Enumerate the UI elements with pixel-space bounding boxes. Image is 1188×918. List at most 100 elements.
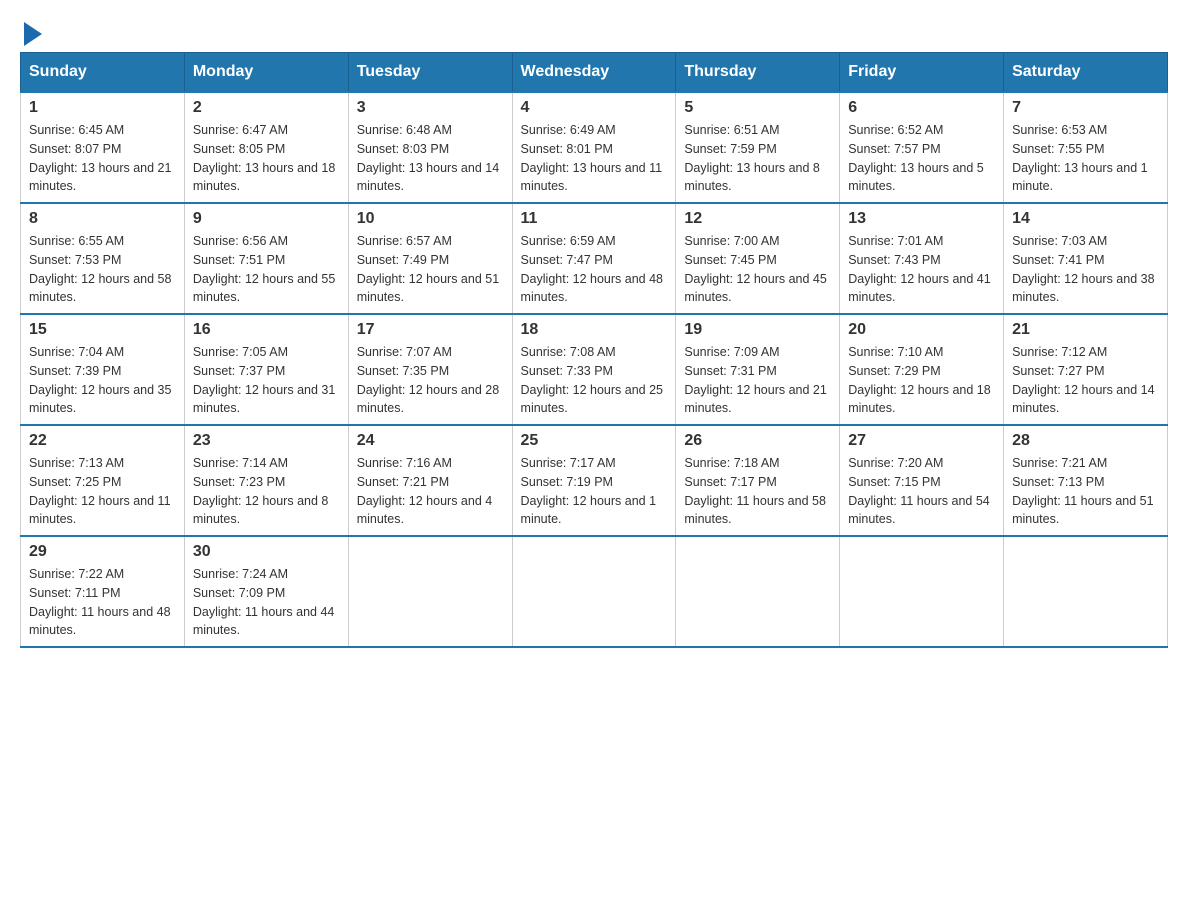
calendar-cell: 19 Sunrise: 7:09 AMSunset: 7:31 PMDayligh…	[676, 314, 840, 425]
day-info: Sunrise: 7:05 AMSunset: 7:37 PMDaylight:…	[193, 343, 340, 418]
day-info: Sunrise: 7:00 AMSunset: 7:45 PMDaylight:…	[684, 232, 831, 307]
day-info: Sunrise: 7:18 AMSunset: 7:17 PMDaylight:…	[684, 454, 831, 529]
calendar-cell: 1 Sunrise: 6:45 AMSunset: 8:07 PMDaylight…	[21, 92, 185, 203]
day-info: Sunrise: 7:01 AMSunset: 7:43 PMDaylight:…	[848, 232, 995, 307]
day-info: Sunrise: 7:21 AMSunset: 7:13 PMDaylight:…	[1012, 454, 1159, 529]
day-number: 28	[1012, 432, 1159, 450]
calendar-cell: 30 Sunrise: 7:24 AMSunset: 7:09 PMDayligh…	[184, 536, 348, 647]
day-info: Sunrise: 6:56 AMSunset: 7:51 PMDaylight:…	[193, 232, 340, 307]
day-info: Sunrise: 7:03 AMSunset: 7:41 PMDaylight:…	[1012, 232, 1159, 307]
day-number: 24	[357, 432, 504, 450]
day-number: 29	[29, 543, 176, 561]
day-info: Sunrise: 6:48 AMSunset: 8:03 PMDaylight:…	[357, 121, 504, 196]
calendar-cell: 21 Sunrise: 7:12 AMSunset: 7:27 PMDayligh…	[1004, 314, 1168, 425]
day-info: Sunrise: 6:53 AMSunset: 7:55 PMDaylight:…	[1012, 121, 1159, 196]
day-info: Sunrise: 6:52 AMSunset: 7:57 PMDaylight:…	[848, 121, 995, 196]
calendar-week-row: 15 Sunrise: 7:04 AMSunset: 7:39 PMDayligh…	[21, 314, 1168, 425]
calendar-cell: 24 Sunrise: 7:16 AMSunset: 7:21 PMDayligh…	[348, 425, 512, 536]
day-number: 5	[684, 99, 831, 117]
day-number: 26	[684, 432, 831, 450]
calendar-cell	[840, 536, 1004, 647]
day-number: 2	[193, 99, 340, 117]
day-number: 15	[29, 321, 176, 339]
day-number: 30	[193, 543, 340, 561]
day-number: 20	[848, 321, 995, 339]
calendar-week-row: 1 Sunrise: 6:45 AMSunset: 8:07 PMDaylight…	[21, 92, 1168, 203]
day-info: Sunrise: 7:13 AMSunset: 7:25 PMDaylight:…	[29, 454, 176, 529]
calendar-cell: 23 Sunrise: 7:14 AMSunset: 7:23 PMDayligh…	[184, 425, 348, 536]
day-number: 23	[193, 432, 340, 450]
day-number: 7	[1012, 99, 1159, 117]
calendar-cell: 11 Sunrise: 6:59 AMSunset: 7:47 PMDayligh…	[512, 203, 676, 314]
day-info: Sunrise: 7:12 AMSunset: 7:27 PMDaylight:…	[1012, 343, 1159, 418]
calendar-cell	[1004, 536, 1168, 647]
day-info: Sunrise: 6:55 AMSunset: 7:53 PMDaylight:…	[29, 232, 176, 307]
header-tuesday: Tuesday	[348, 53, 512, 93]
day-number: 6	[848, 99, 995, 117]
calendar-cell: 22 Sunrise: 7:13 AMSunset: 7:25 PMDayligh…	[21, 425, 185, 536]
logo	[20, 20, 42, 42]
calendar-cell: 6 Sunrise: 6:52 AMSunset: 7:57 PMDaylight…	[840, 92, 1004, 203]
calendar-cell: 3 Sunrise: 6:48 AMSunset: 8:03 PMDaylight…	[348, 92, 512, 203]
calendar-cell: 15 Sunrise: 7:04 AMSunset: 7:39 PMDayligh…	[21, 314, 185, 425]
calendar-cell: 29 Sunrise: 7:22 AMSunset: 7:11 PMDayligh…	[21, 536, 185, 647]
day-info: Sunrise: 7:07 AMSunset: 7:35 PMDaylight:…	[357, 343, 504, 418]
calendar-cell	[512, 536, 676, 647]
day-info: Sunrise: 6:59 AMSunset: 7:47 PMDaylight:…	[521, 232, 668, 307]
header-wednesday: Wednesday	[512, 53, 676, 93]
day-info: Sunrise: 7:14 AMSunset: 7:23 PMDaylight:…	[193, 454, 340, 529]
header-sunday: Sunday	[21, 53, 185, 93]
calendar-cell: 28 Sunrise: 7:21 AMSunset: 7:13 PMDayligh…	[1004, 425, 1168, 536]
day-number: 16	[193, 321, 340, 339]
day-number: 14	[1012, 210, 1159, 228]
calendar-cell: 26 Sunrise: 7:18 AMSunset: 7:17 PMDayligh…	[676, 425, 840, 536]
day-info: Sunrise: 7:08 AMSunset: 7:33 PMDaylight:…	[521, 343, 668, 418]
calendar-cell: 9 Sunrise: 6:56 AMSunset: 7:51 PMDaylight…	[184, 203, 348, 314]
calendar-week-row: 8 Sunrise: 6:55 AMSunset: 7:53 PMDaylight…	[21, 203, 1168, 314]
day-number: 17	[357, 321, 504, 339]
calendar-cell: 8 Sunrise: 6:55 AMSunset: 7:53 PMDaylight…	[21, 203, 185, 314]
day-info: Sunrise: 6:45 AMSunset: 8:07 PMDaylight:…	[29, 121, 176, 196]
calendar-cell: 14 Sunrise: 7:03 AMSunset: 7:41 PMDayligh…	[1004, 203, 1168, 314]
day-number: 22	[29, 432, 176, 450]
day-number: 18	[521, 321, 668, 339]
calendar-table: Sunday Monday Tuesday Wednesday Thursday…	[20, 52, 1168, 648]
header-friday: Friday	[840, 53, 1004, 93]
day-info: Sunrise: 7:17 AMSunset: 7:19 PMDaylight:…	[521, 454, 668, 529]
calendar-cell: 18 Sunrise: 7:08 AMSunset: 7:33 PMDayligh…	[512, 314, 676, 425]
day-info: Sunrise: 6:49 AMSunset: 8:01 PMDaylight:…	[521, 121, 668, 196]
calendar-cell: 16 Sunrise: 7:05 AMSunset: 7:37 PMDayligh…	[184, 314, 348, 425]
day-info: Sunrise: 7:09 AMSunset: 7:31 PMDaylight:…	[684, 343, 831, 418]
day-number: 11	[521, 210, 668, 228]
day-info: Sunrise: 7:22 AMSunset: 7:11 PMDaylight:…	[29, 565, 176, 640]
calendar-cell: 20 Sunrise: 7:10 AMSunset: 7:29 PMDayligh…	[840, 314, 1004, 425]
day-number: 3	[357, 99, 504, 117]
day-info: Sunrise: 7:10 AMSunset: 7:29 PMDaylight:…	[848, 343, 995, 418]
day-number: 19	[684, 321, 831, 339]
calendar-cell: 5Sunrise: 6:51 AMSunset: 7:59 PMDaylight…	[676, 92, 840, 203]
calendar-cell: 7 Sunrise: 6:53 AMSunset: 7:55 PMDaylight…	[1004, 92, 1168, 203]
day-number: 9	[193, 210, 340, 228]
day-number: 10	[357, 210, 504, 228]
day-info: Sunrise: 7:04 AMSunset: 7:39 PMDaylight:…	[29, 343, 176, 418]
day-number: 13	[848, 210, 995, 228]
header-saturday: Saturday	[1004, 53, 1168, 93]
calendar-cell: 13 Sunrise: 7:01 AMSunset: 7:43 PMDayligh…	[840, 203, 1004, 314]
day-number: 27	[848, 432, 995, 450]
page-header	[20, 20, 1168, 42]
weekday-header-row: Sunday Monday Tuesday Wednesday Thursday…	[21, 53, 1168, 93]
calendar-cell	[348, 536, 512, 647]
header-thursday: Thursday	[676, 53, 840, 93]
day-info: Sunrise: 7:16 AMSunset: 7:21 PMDaylight:…	[357, 454, 504, 529]
day-number: 1	[29, 99, 176, 117]
header-monday: Monday	[184, 53, 348, 93]
calendar-cell	[676, 536, 840, 647]
calendar-cell: 17 Sunrise: 7:07 AMSunset: 7:35 PMDayligh…	[348, 314, 512, 425]
day-number: 21	[1012, 321, 1159, 339]
day-number: 25	[521, 432, 668, 450]
day-number: 8	[29, 210, 176, 228]
day-info: Sunrise: 7:20 AMSunset: 7:15 PMDaylight:…	[848, 454, 995, 529]
calendar-week-row: 22 Sunrise: 7:13 AMSunset: 7:25 PMDayligh…	[21, 425, 1168, 536]
calendar-week-row: 29 Sunrise: 7:22 AMSunset: 7:11 PMDayligh…	[21, 536, 1168, 647]
day-info: Sunrise: 7:24 AMSunset: 7:09 PMDaylight:…	[193, 565, 340, 640]
